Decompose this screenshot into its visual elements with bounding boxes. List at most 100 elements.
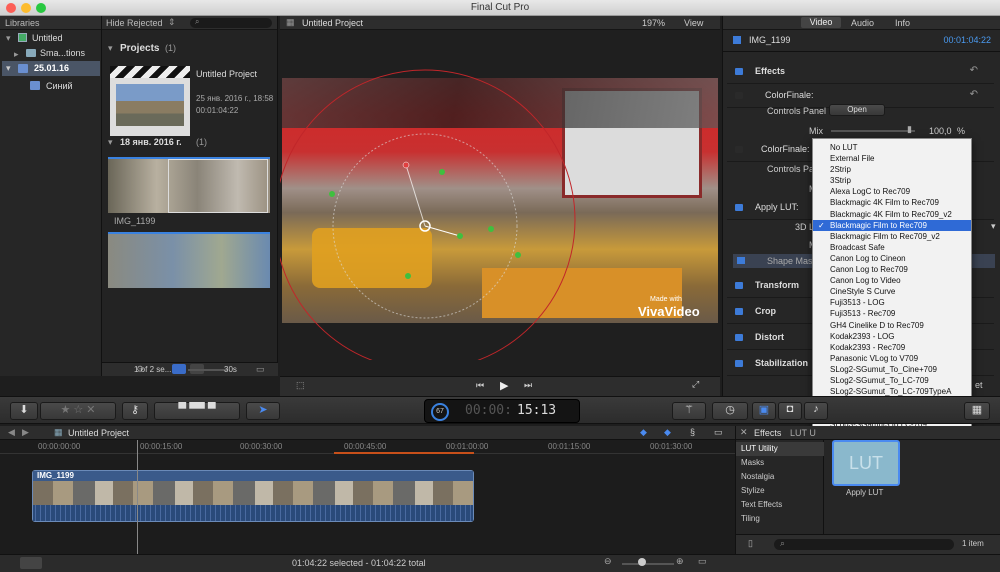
filter-popup[interactable]: Hide Rejected bbox=[106, 18, 163, 28]
lut-menu-item[interactable]: Kodak2393 - LOG bbox=[813, 331, 971, 342]
zoom-in-icon[interactable]: ⊕ bbox=[676, 556, 684, 567]
media-browser-button[interactable]: ▣ bbox=[752, 402, 776, 420]
timeline-zoom-slider[interactable] bbox=[622, 563, 674, 565]
zoom-out-icon[interactable]: ⊖ bbox=[604, 556, 612, 567]
music-button[interactable]: ♪ bbox=[804, 402, 828, 420]
lut-menu-item[interactable]: Blackmagic 4K Film to Rec709 bbox=[813, 197, 971, 208]
browser-search-input[interactable]: ⌕ bbox=[190, 17, 272, 28]
retime-button[interactable]: ◷ bbox=[712, 402, 748, 420]
apply-lut-thumbnail[interactable]: LUT bbox=[832, 440, 900, 486]
clip-appearance-icon[interactable]: ▭ bbox=[256, 364, 265, 375]
lut-menu-item[interactable]: 2Strip bbox=[813, 164, 971, 175]
lut-menu-item[interactable]: 3Strip bbox=[813, 175, 971, 186]
next-frame-icon[interactable]: ⏭ bbox=[524, 380, 532, 391]
solo-icon[interactable]: § bbox=[690, 427, 695, 437]
mask-rotation-handle[interactable] bbox=[402, 161, 410, 169]
lut-menu-item[interactable]: Kodak2393 - Rec709 bbox=[813, 342, 971, 353]
effects-category-item[interactable]: Text Effects bbox=[741, 500, 782, 509]
progress-gauge[interactable]: 67 bbox=[431, 403, 449, 421]
mask-outer-circle[interactable] bbox=[280, 69, 576, 360]
zoom-popup[interactable]: 197% bbox=[642, 18, 665, 28]
slider-knob[interactable] bbox=[638, 558, 646, 566]
lut-menu-item[interactable]: Blackmagic Film to Rec709_v2 bbox=[813, 231, 971, 242]
selection-range[interactable] bbox=[168, 159, 268, 213]
library-item-smart-collections[interactable]: Sma...tions bbox=[40, 48, 85, 58]
disclosure-open-icon[interactable]: ▾ bbox=[6, 63, 11, 74]
effects-section[interactable]: Effects ↶ bbox=[727, 60, 994, 84]
close-icon[interactable]: ✕ bbox=[740, 427, 748, 438]
mix-slider[interactable] bbox=[831, 130, 915, 132]
disclosure-open-icon[interactable]: ▾ bbox=[6, 33, 11, 44]
lut-menu-item[interactable]: Fuji3513 - LOG bbox=[813, 297, 971, 308]
timeline-ruler[interactable]: 00:00:00:00 00:00:15:00 00:00:30:00 00:0… bbox=[0, 440, 735, 454]
dashboard[interactable]: 67 00:00: 15:13 bbox=[424, 399, 580, 423]
reset-button-fragment[interactable]: et bbox=[975, 380, 983, 390]
open-button[interactable]: Open bbox=[829, 104, 885, 116]
fullscreen-icon[interactable]: ⤢ bbox=[692, 379, 699, 390]
lut-menu-item[interactable]: Alexa LogC to Rec709 bbox=[813, 186, 971, 197]
view-menu[interactable]: View bbox=[684, 18, 703, 28]
play-icon[interactable]: ▶ bbox=[500, 379, 508, 392]
import-button[interactable]: ⬇ bbox=[10, 402, 38, 420]
lut-menu-item[interactable]: Broadcast Safe bbox=[813, 242, 971, 253]
lut-menu-item[interactable]: Canon Log to Rec709 bbox=[813, 264, 971, 275]
reset-icon[interactable]: ↶ bbox=[970, 65, 978, 76]
lut-menu-item[interactable]: SLog2-SGumut_To_LC-709 bbox=[813, 375, 971, 386]
lut-menu-item[interactable]: CineStyle S Curve bbox=[813, 286, 971, 297]
mask-handle[interactable] bbox=[329, 191, 335, 197]
previous-frame-icon[interactable]: ⏮ bbox=[476, 380, 484, 391]
disclosure-open-icon[interactable]: ▾ bbox=[108, 137, 113, 148]
effect-name[interactable]: Apply LUT bbox=[846, 488, 883, 497]
lut-menu-item[interactable]: Blackmagic 4K Film to Rec709_v2 bbox=[813, 209, 971, 220]
keyword-button[interactable]: ⚷ bbox=[122, 402, 148, 420]
mask-handle[interactable] bbox=[439, 169, 445, 175]
clip-filmstrip[interactable] bbox=[108, 157, 270, 213]
snapping-icon[interactable]: ◆ bbox=[664, 427, 671, 438]
forward-arrow-icon[interactable]: ▶ bbox=[22, 427, 29, 438]
tab-info[interactable]: Info bbox=[895, 18, 910, 28]
rating-buttons[interactable]: ★ ☆ ✕ bbox=[40, 402, 116, 420]
mask-handle[interactable] bbox=[457, 233, 463, 239]
tab-video[interactable]: Video bbox=[801, 17, 841, 28]
timeline-clip[interactable]: IMG_1199 bbox=[32, 470, 474, 522]
mask-handle[interactable] bbox=[488, 226, 494, 232]
clip-appearance-icon[interactable]: ▭ bbox=[714, 427, 723, 438]
audio-skimming-icon[interactable]: ◆ bbox=[640, 427, 647, 438]
mix-value[interactable]: 100,0 bbox=[929, 126, 952, 136]
select-tool-button[interactable]: ➤ bbox=[246, 402, 280, 420]
lut-menu-item[interactable]: Fuji3513 - Rec709 bbox=[813, 308, 971, 319]
clip-filmstrip[interactable] bbox=[108, 232, 270, 288]
timeline-index-button[interactable] bbox=[20, 557, 42, 569]
mask-handle[interactable] bbox=[405, 273, 411, 279]
effects-category-item[interactable]: Masks bbox=[741, 458, 764, 467]
clip-appearance-icon[interactable]: ▭ bbox=[698, 556, 707, 567]
lut-menu-item[interactable]: No LUT bbox=[813, 142, 971, 153]
effects-category-item[interactable]: Tiling bbox=[741, 514, 760, 523]
playhead[interactable] bbox=[137, 440, 138, 554]
lut-menu-item[interactable]: Panasonic VLog to V709 bbox=[813, 353, 971, 364]
photos-button[interactable]: ◘ bbox=[778, 402, 802, 420]
mask-handle[interactable] bbox=[515, 252, 521, 258]
popup-arrows-icon[interactable]: ▾ bbox=[991, 221, 996, 232]
project-thumbnail[interactable] bbox=[110, 66, 190, 136]
shape-mask-overlay[interactable] bbox=[280, 30, 720, 360]
library-item-keyword[interactable]: Синий bbox=[46, 81, 73, 91]
tab-audio[interactable]: Audio bbox=[851, 18, 874, 28]
filmstrip-view-icon[interactable] bbox=[172, 364, 186, 374]
library-item-event[interactable]: 25.01.16 bbox=[34, 63, 69, 73]
lut-menu-item[interactable]: ✓ Blackmagic Film to Rec709 bbox=[813, 219, 971, 231]
effects-category-item[interactable]: Stylize bbox=[741, 486, 765, 495]
effects-search-input[interactable]: ⌕ bbox=[774, 538, 954, 550]
edit-buttons[interactable]: ▀ ▀▀ ▀ bbox=[154, 402, 240, 420]
slider-knob-icon[interactable]: ▮ bbox=[907, 124, 912, 135]
disclosure-open-icon[interactable]: ▾ bbox=[108, 43, 113, 54]
transform-tool-icon[interactable]: ⬚ bbox=[296, 380, 305, 391]
disclosure-closed-icon[interactable]: ▸ bbox=[14, 49, 19, 60]
project-name[interactable]: Untitled Project bbox=[196, 69, 257, 79]
effects-category-item[interactable]: Nostalgia bbox=[741, 472, 774, 481]
lut-menu-item[interactable]: Canon Log to Video bbox=[813, 275, 971, 286]
sidebar-toggle-icon[interactable]: ▯ bbox=[748, 538, 753, 549]
lut-menu-item[interactable]: External File bbox=[813, 153, 971, 164]
lut-menu-item[interactable]: SLog2-SGumut_To_Cine+709 bbox=[813, 364, 971, 375]
reset-icon[interactable]: ↶ bbox=[970, 89, 978, 100]
